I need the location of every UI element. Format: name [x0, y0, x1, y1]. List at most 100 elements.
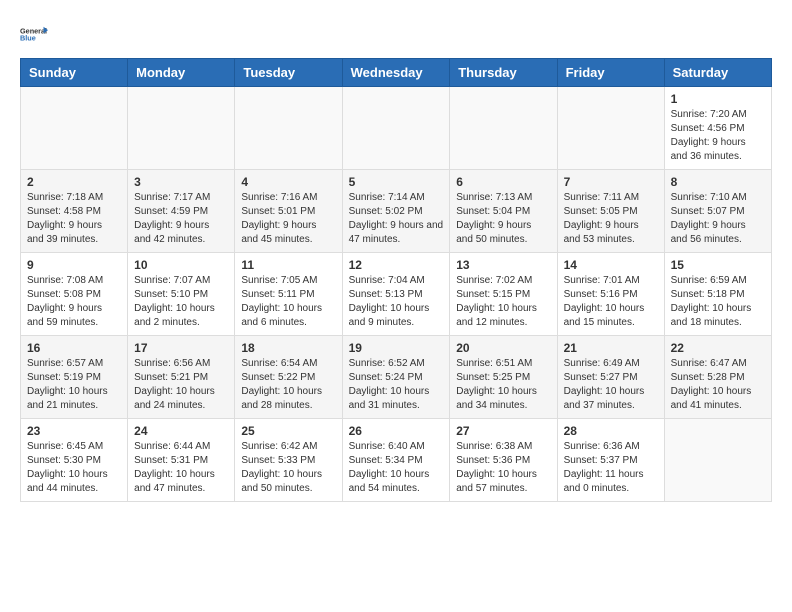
weekday-header: Sunday — [21, 59, 128, 87]
day-info: Sunrise: 6:44 AM Sunset: 5:31 PM Dayligh… — [134, 440, 228, 496]
weekday-header: Thursday — [450, 59, 557, 87]
calendar-cell — [128, 87, 235, 170]
day-number: 19 — [349, 341, 444, 355]
day-info: Sunrise: 7:04 AM Sunset: 5:13 PM Dayligh… — [349, 274, 444, 330]
calendar-cell: 14 Sunrise: 7:01 AM Sunset: 5:16 PM Dayli… — [557, 253, 664, 336]
day-info: Sunrise: 6:45 AM Sunset: 5:30 PM Dayligh… — [27, 440, 121, 496]
logo: GeneralBlue — [20, 20, 48, 48]
day-info: Sunrise: 6:36 AM Sunset: 5:37 PM Dayligh… — [564, 440, 658, 496]
calendar-cell: 25 Sunrise: 6:42 AM Sunset: 5:33 PM Dayli… — [235, 419, 342, 502]
day-number: 2 — [27, 175, 121, 189]
calendar-cell: 18Sunrise: 6:54 AM Sunset: 5:22 PM Dayli… — [235, 336, 342, 419]
day-info: Sunrise: 7:13 AM Sunset: 5:04 PM Dayligh… — [456, 191, 550, 247]
calendar-cell: 19 Sunrise: 6:52 AM Sunset: 5:24 PM Dayli… — [342, 336, 450, 419]
calendar-cell: 12 Sunrise: 7:04 AM Sunset: 5:13 PM Dayli… — [342, 253, 450, 336]
weekday-header: Wednesday — [342, 59, 450, 87]
calendar-cell: 10 Sunrise: 7:07 AM Sunset: 5:10 PM Dayli… — [128, 253, 235, 336]
calendar-week-row: 1 Sunrise: 7:20 AM Sunset: 4:56 PM Daylig… — [21, 87, 772, 170]
calendar-cell — [342, 87, 450, 170]
calendar-cell: 8 Sunrise: 7:10 AM Sunset: 5:07 PM Daylig… — [664, 170, 771, 253]
day-number: 23 — [27, 424, 121, 438]
weekday-header: Saturday — [664, 59, 771, 87]
calendar-cell: 26 Sunrise: 6:40 AM Sunset: 5:34 PM Dayli… — [342, 419, 450, 502]
day-info: Sunrise: 6:38 AM Sunset: 5:36 PM Dayligh… — [456, 440, 550, 496]
day-number: 10 — [134, 258, 228, 272]
calendar-cell: 1 Sunrise: 7:20 AM Sunset: 4:56 PM Daylig… — [664, 87, 771, 170]
calendar-cell: 24 Sunrise: 6:44 AM Sunset: 5:31 PM Dayli… — [128, 419, 235, 502]
calendar-cell — [557, 87, 664, 170]
calendar-cell: 6 Sunrise: 7:13 AM Sunset: 5:04 PM Daylig… — [450, 170, 557, 253]
day-number: 1 — [671, 92, 765, 106]
calendar-week-row: 16 Sunrise: 6:57 AM Sunset: 5:19 PM Dayli… — [21, 336, 772, 419]
day-info: Sunrise: 7:07 AM Sunset: 5:10 PM Dayligh… — [134, 274, 228, 330]
calendar-cell: 22 Sunrise: 6:47 AM Sunset: 5:28 PM Dayli… — [664, 336, 771, 419]
day-info: Sunrise: 7:18 AM Sunset: 4:58 PM Dayligh… — [27, 191, 121, 247]
day-info: Sunrise: 7:11 AM Sunset: 5:05 PM Dayligh… — [564, 191, 658, 247]
day-number: 25 — [241, 424, 335, 438]
weekday-header: Tuesday — [235, 59, 342, 87]
calendar-cell: 5 Sunrise: 7:14 AM Sunset: 5:02 PM Daylig… — [342, 170, 450, 253]
day-info: Sunrise: 6:59 AM Sunset: 5:18 PM Dayligh… — [671, 274, 765, 330]
day-number: 27 — [456, 424, 550, 438]
day-info: Sunrise: 6:56 AM Sunset: 5:21 PM Dayligh… — [134, 357, 228, 413]
day-info: Sunrise: 7:20 AM Sunset: 4:56 PM Dayligh… — [671, 108, 765, 164]
calendar-cell: 27 Sunrise: 6:38 AM Sunset: 5:36 PM Dayli… — [450, 419, 557, 502]
calendar-week-row: 9Sunrise: 7:08 AM Sunset: 5:08 PM Daylig… — [21, 253, 772, 336]
day-info: Sunrise: 7:02 AM Sunset: 5:15 PM Dayligh… — [456, 274, 550, 330]
day-info: Sunrise: 6:51 AM Sunset: 5:25 PM Dayligh… — [456, 357, 550, 413]
day-number: 28 — [564, 424, 658, 438]
calendar-cell: 9Sunrise: 7:08 AM Sunset: 5:08 PM Daylig… — [21, 253, 128, 336]
day-info: Sunrise: 6:47 AM Sunset: 5:28 PM Dayligh… — [671, 357, 765, 413]
day-info: Sunrise: 6:40 AM Sunset: 5:34 PM Dayligh… — [349, 440, 444, 496]
calendar-cell: 20 Sunrise: 6:51 AM Sunset: 5:25 PM Dayli… — [450, 336, 557, 419]
day-number: 12 — [349, 258, 444, 272]
day-number: 26 — [349, 424, 444, 438]
day-number: 20 — [456, 341, 550, 355]
calendar-cell: 15 Sunrise: 6:59 AM Sunset: 5:18 PM Dayli… — [664, 253, 771, 336]
calendar-cell — [450, 87, 557, 170]
weekday-header-row: SundayMondayTuesdayWednesdayThursdayFrid… — [21, 59, 772, 87]
day-number: 13 — [456, 258, 550, 272]
day-number: 16 — [27, 341, 121, 355]
day-number: 7 — [564, 175, 658, 189]
day-info: Sunrise: 6:54 AM Sunset: 5:22 PM Dayligh… — [241, 357, 335, 413]
day-number: 5 — [349, 175, 444, 189]
day-number: 6 — [456, 175, 550, 189]
calendar-cell: 11Sunrise: 7:05 AM Sunset: 5:11 PM Dayli… — [235, 253, 342, 336]
calendar-week-row: 2 Sunrise: 7:18 AM Sunset: 4:58 PM Daylig… — [21, 170, 772, 253]
calendar-cell: 2 Sunrise: 7:18 AM Sunset: 4:58 PM Daylig… — [21, 170, 128, 253]
calendar-cell — [664, 419, 771, 502]
day-info: Sunrise: 6:42 AM Sunset: 5:33 PM Dayligh… — [241, 440, 335, 496]
calendar-table: SundayMondayTuesdayWednesdayThursdayFrid… — [20, 58, 772, 502]
calendar-cell: 21 Sunrise: 6:49 AM Sunset: 5:27 PM Dayli… — [557, 336, 664, 419]
day-info: Sunrise: 7:08 AM Sunset: 5:08 PM Dayligh… — [27, 274, 121, 330]
svg-text:Blue: Blue — [20, 34, 36, 43]
day-info: Sunrise: 6:57 AM Sunset: 5:19 PM Dayligh… — [27, 357, 121, 413]
calendar-cell: 23 Sunrise: 6:45 AM Sunset: 5:30 PM Dayli… — [21, 419, 128, 502]
calendar-cell: 16 Sunrise: 6:57 AM Sunset: 5:19 PM Dayli… — [21, 336, 128, 419]
day-number: 17 — [134, 341, 228, 355]
calendar-cell: 7 Sunrise: 7:11 AM Sunset: 5:05 PM Daylig… — [557, 170, 664, 253]
day-number: 22 — [671, 341, 765, 355]
day-info: Sunrise: 7:14 AM Sunset: 5:02 PM Dayligh… — [349, 191, 444, 247]
day-number: 21 — [564, 341, 658, 355]
day-number: 24 — [134, 424, 228, 438]
calendar-cell: 17 Sunrise: 6:56 AM Sunset: 5:21 PM Dayli… — [128, 336, 235, 419]
calendar-cell — [21, 87, 128, 170]
day-info: Sunrise: 6:52 AM Sunset: 5:24 PM Dayligh… — [349, 357, 444, 413]
calendar-cell: 28 Sunrise: 6:36 AM Sunset: 5:37 PM Dayli… — [557, 419, 664, 502]
day-info: Sunrise: 6:49 AM Sunset: 5:27 PM Dayligh… — [564, 357, 658, 413]
day-number: 4 — [241, 175, 335, 189]
day-info: Sunrise: 7:01 AM Sunset: 5:16 PM Dayligh… — [564, 274, 658, 330]
calendar-cell: 4Sunrise: 7:16 AM Sunset: 5:01 PM Daylig… — [235, 170, 342, 253]
weekday-header: Monday — [128, 59, 235, 87]
day-number: 14 — [564, 258, 658, 272]
day-number: 3 — [134, 175, 228, 189]
day-info: Sunrise: 7:10 AM Sunset: 5:07 PM Dayligh… — [671, 191, 765, 247]
day-number: 15 — [671, 258, 765, 272]
calendar-cell: 13 Sunrise: 7:02 AM Sunset: 5:15 PM Dayli… — [450, 253, 557, 336]
day-number: 8 — [671, 175, 765, 189]
calendar-week-row: 23 Sunrise: 6:45 AM Sunset: 5:30 PM Dayli… — [21, 419, 772, 502]
day-info: Sunrise: 7:17 AM Sunset: 4:59 PM Dayligh… — [134, 191, 228, 247]
day-info: Sunrise: 7:05 AM Sunset: 5:11 PM Dayligh… — [241, 274, 335, 330]
